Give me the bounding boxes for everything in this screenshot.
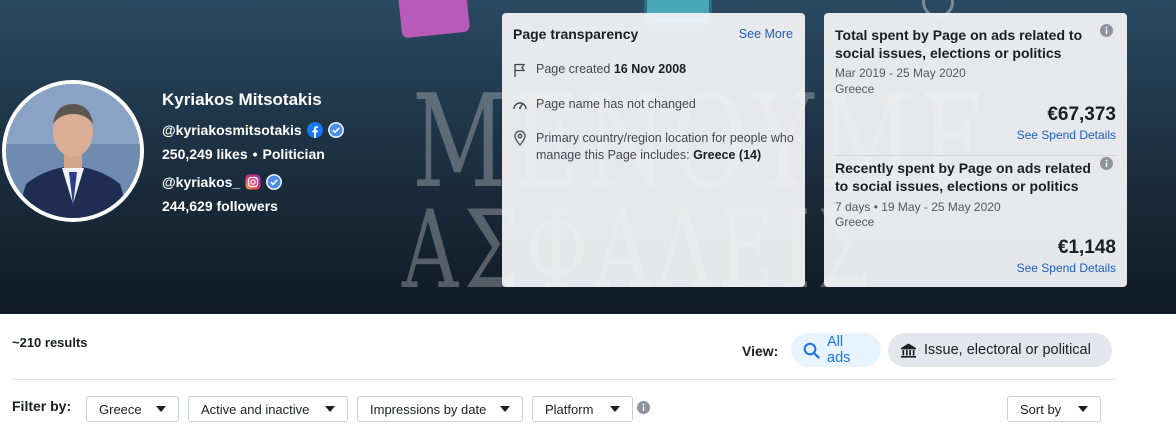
divider (835, 155, 1116, 156)
info-icon[interactable] (1100, 157, 1113, 175)
page-name-row: Page name has not changed (512, 96, 696, 113)
total-spend-title: Total spent by Page on ads related to so… (835, 27, 1083, 61)
chevron-down-icon (156, 406, 166, 412)
platform-filter-value: Platform (545, 401, 594, 417)
chevron-down-icon (610, 406, 620, 412)
view-label: View: (742, 343, 779, 359)
location-row: Primary country/region location for peop… (512, 130, 796, 164)
facebook-handle-row: @kyriakosmitsotakis (162, 121, 344, 139)
recent-spend-range: 7 days • 19 May - 25 May 2020 (835, 200, 1001, 214)
search-icon (803, 342, 820, 359)
location-pin-icon (512, 130, 528, 164)
page-created-row: Page created 16 Nov 2008 (512, 61, 686, 78)
total-spend-amount: €67,373 (1047, 104, 1116, 125)
banner-graphic (397, 0, 471, 39)
chevron-down-icon (325, 406, 335, 412)
page-category: Politician (262, 146, 325, 162)
see-more-link[interactable]: See More (739, 27, 793, 41)
status-filter-dropdown[interactable]: Active and inactive (188, 396, 348, 422)
recent-spend-country: Greece (835, 215, 875, 229)
likes-count: 250,249 likes (162, 146, 248, 162)
all-ads-button[interactable]: All ads (791, 333, 881, 367)
platform-filter-dropdown[interactable]: Platform (532, 396, 633, 422)
recent-spend-details-link[interactable]: See Spend Details (1017, 261, 1116, 275)
location-value: Greece (14) (693, 148, 762, 162)
info-icon[interactable] (1100, 24, 1113, 42)
total-spend-details-link[interactable]: See Spend Details (1017, 128, 1116, 142)
followers-row: 244,629 followers (162, 197, 344, 215)
card-title: Page transparency (513, 26, 639, 42)
chevron-down-icon (500, 406, 510, 412)
separator-dot: • (252, 146, 258, 162)
likes-row: 250,249 likes • Politician (162, 145, 344, 163)
impressions-filter-value: Impressions by date (370, 401, 487, 417)
status-filter-value: Active and inactive (201, 401, 310, 417)
page-created-label: Page created (536, 62, 611, 76)
sort-by-label: Sort by (1020, 401, 1062, 417)
verified-icon (266, 174, 283, 190)
page-transparency-card: Page transparency See More Page created … (502, 13, 805, 287)
all-ads-label: All ads (827, 334, 851, 366)
country-filter-value: Greece (99, 401, 142, 417)
instagram-icon (245, 174, 261, 190)
bank-icon (900, 342, 917, 359)
info-icon[interactable] (637, 401, 650, 419)
facebook-handle[interactable]: @kyriakosmitsotakis (162, 121, 302, 139)
ad-spend-card: Total spent by Page on ads related to so… (824, 13, 1127, 287)
gauge-icon (512, 96, 528, 113)
verified-icon (327, 122, 344, 138)
country-filter-dropdown[interactable]: Greece (86, 396, 179, 422)
recent-spend-title: Recently spent by Page on ads related to… (835, 160, 1091, 194)
instagram-handle[interactable]: @kyriakos_ (162, 173, 240, 191)
issue-ads-label: Issue, electoral or political (924, 342, 1091, 358)
location-text: Primary country/region location for peop… (536, 130, 796, 164)
recent-spend-amount: €1,148 (1057, 237, 1116, 258)
profile-info: Kyriakos Mitsotakis @kyriakosmitsotakis … (162, 90, 344, 215)
page-name[interactable]: Kyriakos Mitsotakis (162, 90, 344, 110)
total-spend-country: Greece (835, 82, 875, 96)
results-count: ~210 results (12, 335, 88, 350)
sort-by-dropdown[interactable]: Sort by (1007, 396, 1101, 422)
chevron-down-icon (1078, 406, 1088, 412)
impressions-filter-dropdown[interactable]: Impressions by date (357, 396, 523, 422)
page-header-banner: ΜΕΝΟΥΜΕ ΑΣΦΑΛΕΙΣ Kyriakos Mitsotakis @ky… (0, 0, 1176, 314)
flag-icon (512, 61, 528, 78)
page-created-text: Page created 16 Nov 2008 (536, 61, 686, 78)
avatar[interactable] (2, 80, 144, 222)
followers-count: 244,629 followers (162, 198, 278, 214)
filter-by-label: Filter by: (12, 398, 72, 414)
page-name-history-text: Page name has not changed (536, 97, 696, 111)
facebook-icon (306, 122, 323, 138)
divider (12, 379, 1116, 380)
page-created-date: 16 Nov 2008 (613, 62, 687, 76)
instagram-handle-row: @kyriakos_ (162, 173, 344, 191)
total-spend-range: Mar 2019 - 25 May 2020 (835, 66, 966, 80)
issue-ads-button[interactable]: Issue, electoral or political (888, 333, 1112, 367)
